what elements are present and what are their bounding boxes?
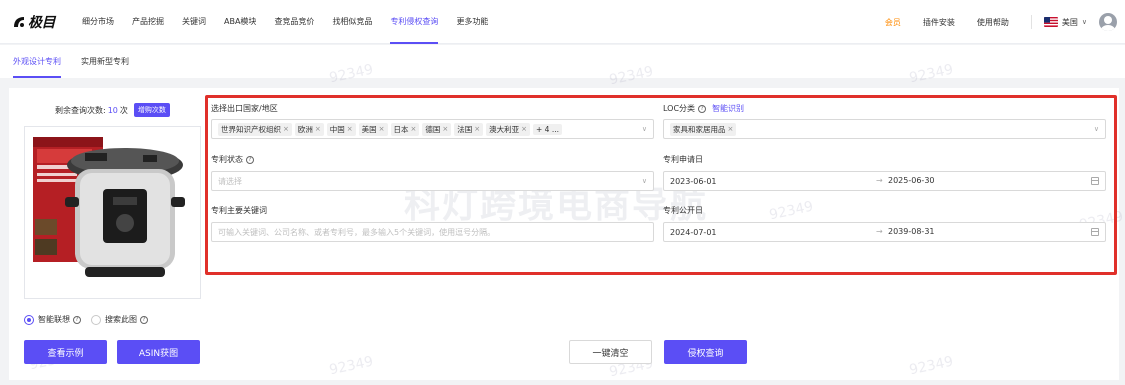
close-icon[interactable]: × [411, 125, 417, 133]
help-circle-icon[interactable]: ? [73, 315, 81, 324]
brand-name: 极目 [28, 14, 56, 30]
close-icon[interactable]: × [521, 125, 527, 133]
close-icon[interactable]: × [347, 125, 353, 133]
country-tag[interactable]: 德国 × [422, 122, 452, 136]
country-tag[interactable]: 澳大利亚 × [486, 122, 530, 136]
plugin-install-link[interactable]: 插件安装 [923, 17, 955, 28]
nav-item-keywords[interactable]: 关键词 [182, 0, 206, 44]
remaining-count: 10 [107, 105, 118, 115]
search-this-image-label[interactable]: 搜索此图 [105, 314, 137, 325]
country-select[interactable]: 世界知识产权组织 × 欧洲 × 中国 × 美国 × 日本 × 德国 × 法国 × 澳大利亚 × … [211, 119, 654, 139]
publish-end-date[interactable]: 2039-08-31 [888, 227, 935, 236]
search-this-image-radio[interactable] [91, 314, 101, 325]
status-placeholder: 请选择 [218, 176, 242, 186]
buy-more-button[interactable]: 增购次数 [133, 103, 170, 117]
product-image-upload[interactable] [24, 126, 201, 299]
user-avatar[interactable] [1099, 13, 1117, 31]
close-icon[interactable]: × [315, 125, 321, 133]
keyword-placeholder: 可输入关键词、公司名称、或者专利号，最多输入5个关键词，使用逗号分隔。 [218, 227, 496, 237]
divider [1030, 15, 1032, 29]
image-search-mode: 智能联想 ? 搜索此图 ? [24, 314, 148, 325]
remaining-label: 剩余查询次数: [55, 105, 106, 115]
help-circle-icon[interactable]: ? [246, 155, 254, 164]
close-icon[interactable]: × [442, 125, 448, 133]
close-icon[interactable]: × [474, 125, 480, 133]
pressure-cooker-image [33, 137, 185, 277]
search-filters-form: 选择出口国家/地区 世界知识产权组织 × 欧洲 × 中国 × 美国 × 日本 × 德国 × … [205, 95, 1117, 275]
asin-get-image-button[interactable]: ASIN获图 [117, 340, 200, 364]
remaining-unit: 次 [119, 105, 128, 115]
nav-item-more-functions[interactable]: 更多功能 [456, 0, 488, 44]
loc-label-row: LOC分类 ? 智能识别 [663, 103, 744, 114]
status-select[interactable]: 请选择 ∨ [211, 171, 654, 191]
tab-design-patent[interactable]: 外观设计专利 [13, 45, 61, 78]
chevron-down-icon[interactable]: ∨ [642, 125, 647, 133]
image-search-column: 剩余查询次数: 10 次 增购次数 智能联想 ? 搜索此图 ? 查看示例 ASI… [9, 88, 204, 380]
top-navigation-bar: 极目 细分市场 产品挖掘 关键词 ABA模块 查竞品竞价 找相似竞品 专利侵权查… [0, 0, 1125, 44]
watermark: 92349 [327, 353, 375, 379]
close-icon[interactable]: × [728, 125, 734, 133]
loc-label: LOC分类 [663, 104, 696, 113]
apply-date-range[interactable]: 2023-06-01 → 2025-06-30 [663, 171, 1106, 191]
calendar-icon[interactable] [1091, 177, 1099, 185]
logo-icon [14, 17, 24, 27]
main-nav: 细分市场 产品挖掘 关键词 ABA模块 查竞品竞价 找相似竞品 专利侵权查询 更… [82, 0, 506, 44]
patent-type-tabs: 外观设计专利 实用新型专利 [0, 45, 1125, 78]
more-countries-tag[interactable]: + 4 ... [533, 123, 562, 135]
vip-link[interactable]: 会员 [885, 17, 901, 28]
loc-tag[interactable]: 家具和家居用品 × [670, 122, 737, 136]
country-tag[interactable]: 日本 × [390, 122, 420, 136]
apply-start-date[interactable]: 2023-06-01 [670, 177, 717, 186]
publish-start-date[interactable]: 2024-07-01 [670, 228, 717, 237]
search-panel: 92349 92349 92349 92349 92349 92349 9234… [9, 62, 1125, 380]
chevron-down-icon[interactable]: ∨ [642, 177, 647, 185]
loc-select[interactable]: 家具和家居用品 × ∨ [663, 119, 1106, 139]
arrow-right-icon: → [876, 176, 883, 185]
country-tag[interactable]: 世界知识产权组织 × [218, 122, 292, 136]
apply-date-label: 专利申请日 [663, 155, 703, 164]
nav-item-segment-market[interactable]: 细分市场 [82, 0, 114, 44]
view-example-button[interactable]: 查看示例 [24, 340, 107, 364]
apply-end-date[interactable]: 2025-06-30 [888, 176, 935, 185]
keyword-label: 专利主要关键词 [211, 206, 267, 215]
country-label: 选择出口国家/地区 [211, 104, 278, 113]
country-tag[interactable]: 欧洲 × [294, 122, 324, 136]
nav-item-aba-module[interactable]: ABA模块 [224, 0, 256, 44]
us-flag-icon[interactable] [1043, 17, 1058, 27]
status-label-row: 专利状态 ? [211, 154, 254, 165]
chevron-down-icon[interactable]: ∨ [1082, 18, 1087, 26]
language-selector[interactable]: 美国 [1062, 17, 1078, 28]
tab-utility-patent[interactable]: 实用新型专利 [81, 45, 129, 78]
country-tag[interactable]: 美国 × [358, 122, 388, 136]
nav-item-similar-products[interactable]: 找相似竞品 [332, 0, 372, 44]
chevron-down-icon[interactable]: ∨ [1094, 125, 1099, 133]
infringement-query-button[interactable]: 侵权查询 [664, 340, 747, 364]
top-right-area: 会员 插件安装 使用帮助 美国 ∨ [885, 0, 1117, 44]
close-icon[interactable]: × [379, 125, 385, 133]
help-circle-icon[interactable]: ? [698, 104, 707, 113]
help-link[interactable]: 使用帮助 [977, 17, 1009, 28]
nav-item-patent-infringement[interactable]: 专利侵权查询 [390, 0, 439, 44]
smart-association-label[interactable]: 智能联想 [38, 314, 70, 325]
watermark: 92349 [907, 353, 955, 379]
smart-association-radio[interactable] [24, 314, 34, 325]
calendar-icon[interactable] [1091, 228, 1099, 236]
smart-identify-link[interactable]: 智能识别 [712, 103, 744, 114]
remaining-queries: 剩余查询次数: 10 次 增购次数 [55, 103, 170, 117]
nav-item-competitor-bids[interactable]: 查竞品竞价 [274, 0, 314, 44]
clear-all-button[interactable]: 一键清空 [569, 340, 652, 364]
brand-logo[interactable]: 极目 [12, 12, 56, 32]
publish-date-label: 专利公开日 [663, 206, 703, 215]
nav-item-product-mining[interactable]: 产品挖掘 [132, 0, 164, 44]
status-label: 专利状态 [211, 155, 243, 164]
country-tag[interactable]: 法国 × [454, 122, 484, 136]
arrow-right-icon: → [876, 227, 883, 236]
country-tag[interactable]: 中国 × [326, 122, 356, 136]
publish-date-range[interactable]: 2024-07-01 → 2039-08-31 [663, 222, 1106, 242]
keyword-input[interactable]: 可输入关键词、公司名称、或者专利号，最多输入5个关键词，使用逗号分隔。 [211, 222, 654, 242]
help-circle-icon[interactable]: ? [140, 315, 148, 324]
us-flag-graphic [1043, 17, 1058, 27]
close-icon[interactable]: × [283, 125, 289, 133]
